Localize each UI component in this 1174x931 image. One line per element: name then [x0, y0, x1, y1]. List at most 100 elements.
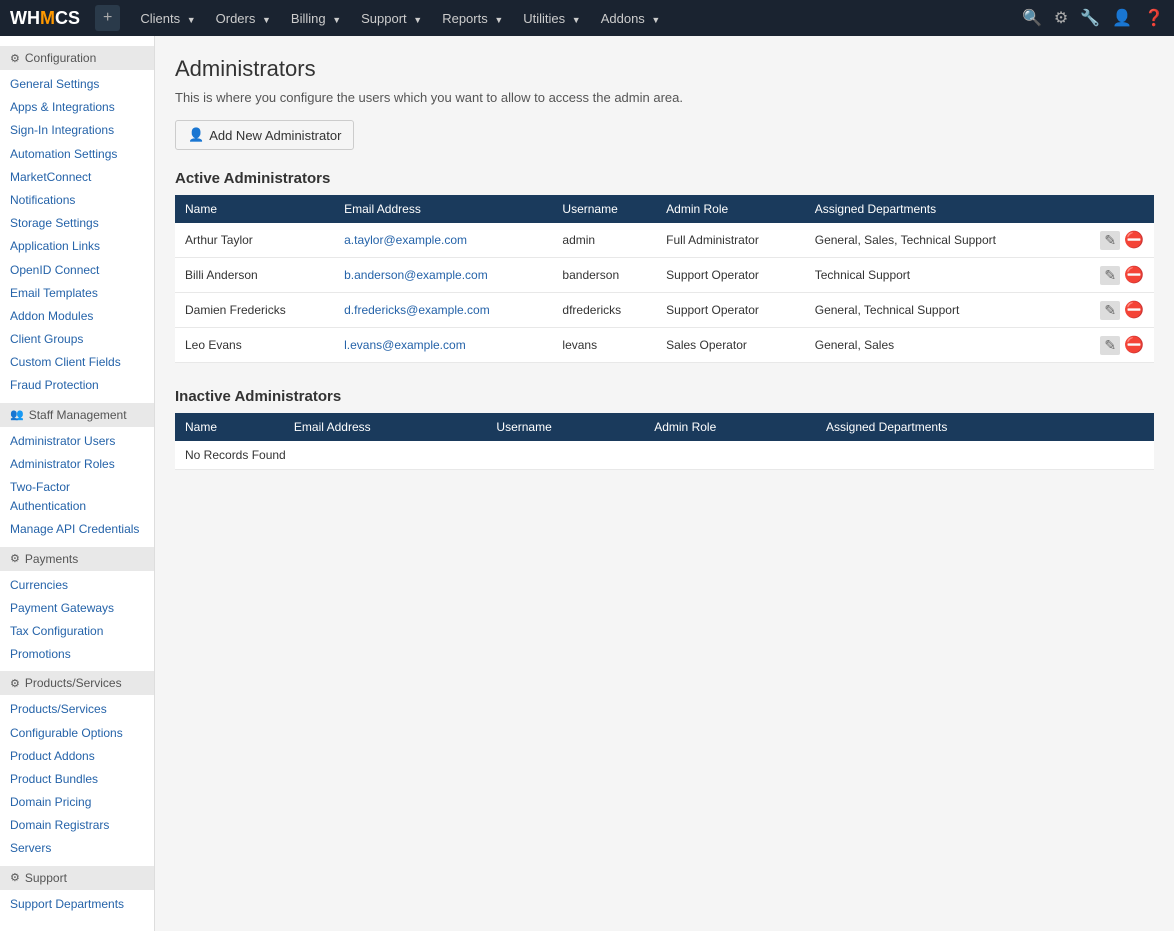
sidebar-header-staff: 👥 Staff Management	[0, 403, 154, 427]
help-icon[interactable]: ❓	[1144, 8, 1164, 28]
sidebar-link-application-links[interactable]: Application Links	[0, 235, 154, 258]
admin-actions-3: ✎ ⛔	[1070, 328, 1154, 363]
table-row: Damien Fredericks d.fredericks@example.c…	[175, 293, 1154, 328]
nav-item-reports[interactable]: Reports ▼	[432, 3, 513, 34]
delete-icon-3[interactable]: ⛔	[1124, 335, 1144, 355]
edit-icon-0[interactable]: ✎	[1100, 231, 1120, 250]
sidebar-link-product-addons[interactable]: Product Addons	[0, 745, 154, 768]
sidebar-link-fraud-protection[interactable]: Fraud Protection	[0, 374, 154, 397]
sidebar-link-servers[interactable]: Servers	[0, 837, 154, 860]
col-email-inactive: Email Address	[284, 413, 487, 441]
admin-name-2: Damien Fredericks	[175, 293, 334, 328]
admin-role-3: Sales Operator	[656, 328, 805, 363]
nav-item-support[interactable]: Support ▼	[351, 3, 432, 34]
sidebar-section-label-support: Support	[25, 871, 67, 885]
sidebar-link-configurable-options[interactable]: Configurable Options	[0, 722, 154, 745]
sidebar-link-tax-configuration[interactable]: Tax Configuration	[0, 620, 154, 643]
sidebar-header-support: ⚙ Support	[0, 866, 154, 890]
sidebar-link-addon-modules[interactable]: Addon Modules	[0, 305, 154, 328]
layout: ⚙ Configuration General Settings Apps & …	[0, 36, 1174, 931]
admin-username-0: admin	[552, 223, 656, 258]
admin-departments-2: General, Technical Support	[805, 293, 1070, 328]
sidebar-link-manage-api[interactable]: Manage API Credentials	[0, 518, 154, 541]
admin-role-0: Full Administrator	[656, 223, 805, 258]
delete-icon-1[interactable]: ⛔	[1124, 265, 1144, 285]
settings-icon[interactable]: ⚙	[1054, 8, 1068, 28]
inactive-admins-body: No Records Found	[175, 441, 1154, 470]
top-nav-icons: 🔍 ⚙ 🔧 👤 ❓	[1022, 8, 1164, 28]
nav-item-addons[interactable]: Addons ▼	[591, 3, 671, 34]
top-nav: WHMCS + Clients ▼ Orders ▼ Billing ▼ Sup…	[0, 0, 1174, 36]
sidebar: ⚙ Configuration General Settings Apps & …	[0, 36, 155, 931]
sidebar-section-label-products: Products/Services	[25, 676, 122, 690]
sidebar-link-apps-integrations[interactable]: Apps & Integrations	[0, 96, 154, 119]
sidebar-link-promotions[interactable]: Promotions	[0, 643, 154, 666]
sidebar-link-automation-settings[interactable]: Automation Settings	[0, 143, 154, 166]
page-title: Administrators	[175, 56, 1154, 82]
admin-actions-1: ✎ ⛔	[1070, 258, 1154, 293]
col-role-inactive: Admin Role	[644, 413, 816, 441]
sidebar-link-openid-connect[interactable]: OpenID Connect	[0, 259, 154, 282]
sidebar-section-label-staff: Staff Management	[29, 408, 127, 422]
sidebar-link-marketconnect[interactable]: MarketConnect	[0, 166, 154, 189]
sidebar-link-currencies[interactable]: Currencies	[0, 574, 154, 597]
wrench-icon[interactable]: 🔧	[1080, 8, 1100, 28]
sidebar-link-signin-integrations[interactable]: Sign-In Integrations	[0, 119, 154, 142]
main-content: Administrators This is where you configu…	[155, 36, 1174, 931]
sidebar-header-payments: ⚙ Payments	[0, 547, 154, 571]
inactive-admins-table: Name Email Address Username Admin Role A…	[175, 413, 1154, 470]
sidebar-section-label-payments: Payments	[25, 552, 78, 566]
active-admins-body: Arthur Taylor a.taylor@example.com admin…	[175, 223, 1154, 363]
nav-menu: Clients ▼ Orders ▼ Billing ▼ Support ▼ R…	[130, 3, 1022, 34]
admin-email-2: d.fredericks@example.com	[334, 293, 552, 328]
sidebar-link-notifications[interactable]: Notifications	[0, 189, 154, 212]
col-name: Name	[175, 195, 334, 223]
sidebar-link-admin-users[interactable]: Administrator Users	[0, 430, 154, 453]
edit-icon-1[interactable]: ✎	[1100, 266, 1120, 285]
edit-icon-2[interactable]: ✎	[1100, 301, 1120, 320]
inactive-section-title: Inactive Administrators	[175, 388, 1154, 405]
admin-actions-0: ✎ ⛔	[1070, 223, 1154, 258]
col-departments-inactive: Assigned Departments	[816, 413, 1112, 441]
sidebar-link-domain-pricing[interactable]: Domain Pricing	[0, 791, 154, 814]
sidebar-header-configuration: ⚙ Configuration	[0, 46, 154, 70]
edit-icon-3[interactable]: ✎	[1100, 336, 1120, 355]
nav-item-orders[interactable]: Orders ▼	[206, 3, 281, 34]
sidebar-link-admin-roles[interactable]: Administrator Roles	[0, 453, 154, 476]
active-admins-table: Name Email Address Username Admin Role A…	[175, 195, 1154, 363]
no-records-cell: No Records Found	[175, 441, 1154, 470]
products-icon: ⚙	[10, 677, 20, 690]
nav-item-clients[interactable]: Clients ▼	[130, 3, 205, 34]
plus-button[interactable]: +	[95, 5, 120, 31]
add-administrator-button[interactable]: 👤 Add New Administrator	[175, 120, 354, 150]
admin-name-3: Leo Evans	[175, 328, 334, 363]
sidebar-section-label-configuration: Configuration	[25, 51, 96, 65]
admin-departments-0: General, Sales, Technical Support	[805, 223, 1070, 258]
admin-email-3: l.evans@example.com	[334, 328, 552, 363]
sidebar-link-product-bundles[interactable]: Product Bundles	[0, 768, 154, 791]
user-icon[interactable]: 👤	[1112, 8, 1132, 28]
sidebar-link-payment-gateways[interactable]: Payment Gateways	[0, 597, 154, 620]
col-departments: Assigned Departments	[805, 195, 1070, 223]
sidebar-link-storage-settings[interactable]: Storage Settings	[0, 212, 154, 235]
admin-role-1: Support Operator	[656, 258, 805, 293]
sidebar-link-products-services[interactable]: Products/Services	[0, 698, 154, 721]
sidebar-link-support-departments[interactable]: Support Departments	[0, 893, 154, 916]
col-name-inactive: Name	[175, 413, 284, 441]
sidebar-link-domain-registrars[interactable]: Domain Registrars	[0, 814, 154, 837]
admin-actions-2: ✎ ⛔	[1070, 293, 1154, 328]
delete-icon-0[interactable]: ⛔	[1124, 230, 1144, 250]
inactive-table-header-row: Name Email Address Username Admin Role A…	[175, 413, 1154, 441]
sidebar-link-custom-client-fields[interactable]: Custom Client Fields	[0, 351, 154, 374]
nav-item-utilities[interactable]: Utilities ▼	[513, 3, 590, 34]
col-username-inactive: Username	[486, 413, 644, 441]
sidebar-link-general-settings[interactable]: General Settings	[0, 73, 154, 96]
nav-item-billing[interactable]: Billing ▼	[281, 3, 351, 34]
delete-icon-2[interactable]: ⛔	[1124, 300, 1144, 320]
sidebar-link-client-groups[interactable]: Client Groups	[0, 328, 154, 351]
sidebar-link-two-factor[interactable]: Two-Factor Authentication	[0, 476, 154, 518]
sidebar-link-email-templates[interactable]: Email Templates	[0, 282, 154, 305]
search-icon[interactable]: 🔍	[1022, 8, 1042, 28]
admin-username-3: levans	[552, 328, 656, 363]
active-table-header-row: Name Email Address Username Admin Role A…	[175, 195, 1154, 223]
